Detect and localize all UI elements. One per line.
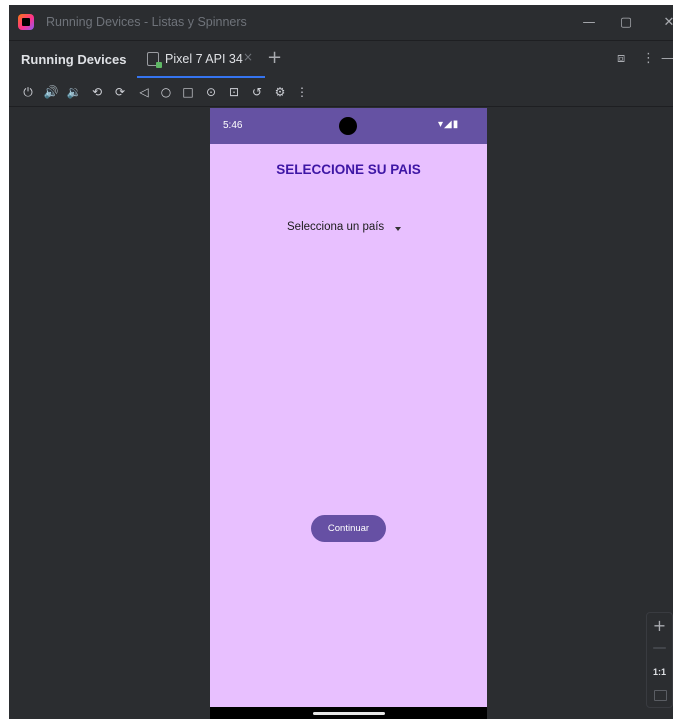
navigation-bar	[210, 707, 487, 719]
minimize-button[interactable]: —	[569, 5, 609, 40]
hide-icon[interactable]: —	[661, 51, 673, 66]
reset-icon[interactable]: ↺	[249, 84, 265, 100]
volume-down-icon[interactable]: 🔉	[66, 84, 82, 100]
status-time: 5:46	[223, 120, 243, 131]
status-icons: ▾◢▮	[438, 119, 460, 130]
more-actions-icon[interactable]: ⋮	[294, 84, 310, 100]
restore-layout-icon[interactable]: ⧈	[617, 51, 625, 66]
rotate-left-icon[interactable]: ⟲	[89, 84, 105, 100]
tab-label: Pixel 7 API 34	[165, 52, 243, 66]
zoom-in-icon[interactable]: +	[647, 615, 672, 637]
status-bar: 5:46 ▾◢▮	[210, 108, 487, 144]
screenshot-icon[interactable]: ⊙	[203, 84, 219, 100]
device-screen[interactable]: 5:46 ▾◢▮ SELECCIONE SU PAIS Selecciona u…	[210, 108, 487, 719]
device-display-area: 5:46 ▾◢▮ SELECCIONE SU PAIS Selecciona u…	[9, 107, 673, 719]
title-bar: Running Devices - Listas y Spinners — ▢ …	[9, 5, 673, 40]
dropdown-arrow-icon	[395, 227, 401, 231]
maximize-icon: ▢	[619, 15, 633, 30]
power-icon[interactable]: ⏻	[20, 84, 36, 100]
tab-pixel-7-api-34[interactable]: Pixel 7 API 34 ×	[137, 41, 265, 78]
device-settings-icon[interactable]: ⚙	[272, 84, 288, 100]
spinner-selected-value: Selecciona un país	[287, 221, 385, 233]
rotate-right-icon[interactable]: ⟳	[112, 84, 128, 100]
minimize-icon: —	[582, 15, 596, 30]
close-window-button[interactable]: ✕	[649, 5, 673, 40]
android-studio-logo-icon	[18, 14, 34, 30]
zoom-out-icon[interactable]: —	[647, 637, 672, 659]
close-icon: ✕	[663, 15, 673, 30]
fit-screen-icon[interactable]	[647, 685, 672, 707]
screen-record-icon[interactable]: ⊡	[226, 84, 242, 100]
tool-window-header: Running Devices Pixel 7 API 34 × + ⧈ ⋮ —	[9, 40, 673, 78]
emulator-toolbar: ⏻ 🔊 🔉 ⟲ ⟳ ◁ ○ □ ⊙ ⊡ ↺ ⚙ ⋮	[9, 77, 673, 107]
actual-size-button[interactable]: 1:1	[647, 661, 672, 683]
window-title: Running Devices - Listas y Spinners	[46, 15, 247, 29]
more-options-icon[interactable]: ⋮	[642, 51, 655, 66]
camera-cutout	[339, 117, 357, 135]
device-icon	[147, 52, 162, 68]
home-indicator[interactable]	[313, 712, 385, 715]
maximize-button[interactable]: ▢	[606, 5, 646, 40]
volume-up-icon[interactable]: 🔊	[43, 84, 59, 100]
tool-window-title: Running Devices	[21, 52, 127, 67]
continue-button[interactable]: Continuar	[311, 515, 386, 542]
home-icon[interactable]: ○	[158, 84, 174, 100]
zoom-controls: + — 1:1	[646, 612, 673, 708]
country-spinner[interactable]: Selecciona un país	[287, 219, 412, 239]
ide-window: Running Devices - Listas y Spinners — ▢ …	[9, 5, 673, 719]
add-tab-icon[interactable]: +	[267, 47, 282, 68]
page-title: SELECCIONE SU PAIS	[276, 162, 421, 177]
overview-icon[interactable]: □	[180, 84, 196, 100]
tab-close-icon[interactable]: ×	[243, 50, 253, 64]
back-icon[interactable]: ◁	[136, 84, 152, 100]
